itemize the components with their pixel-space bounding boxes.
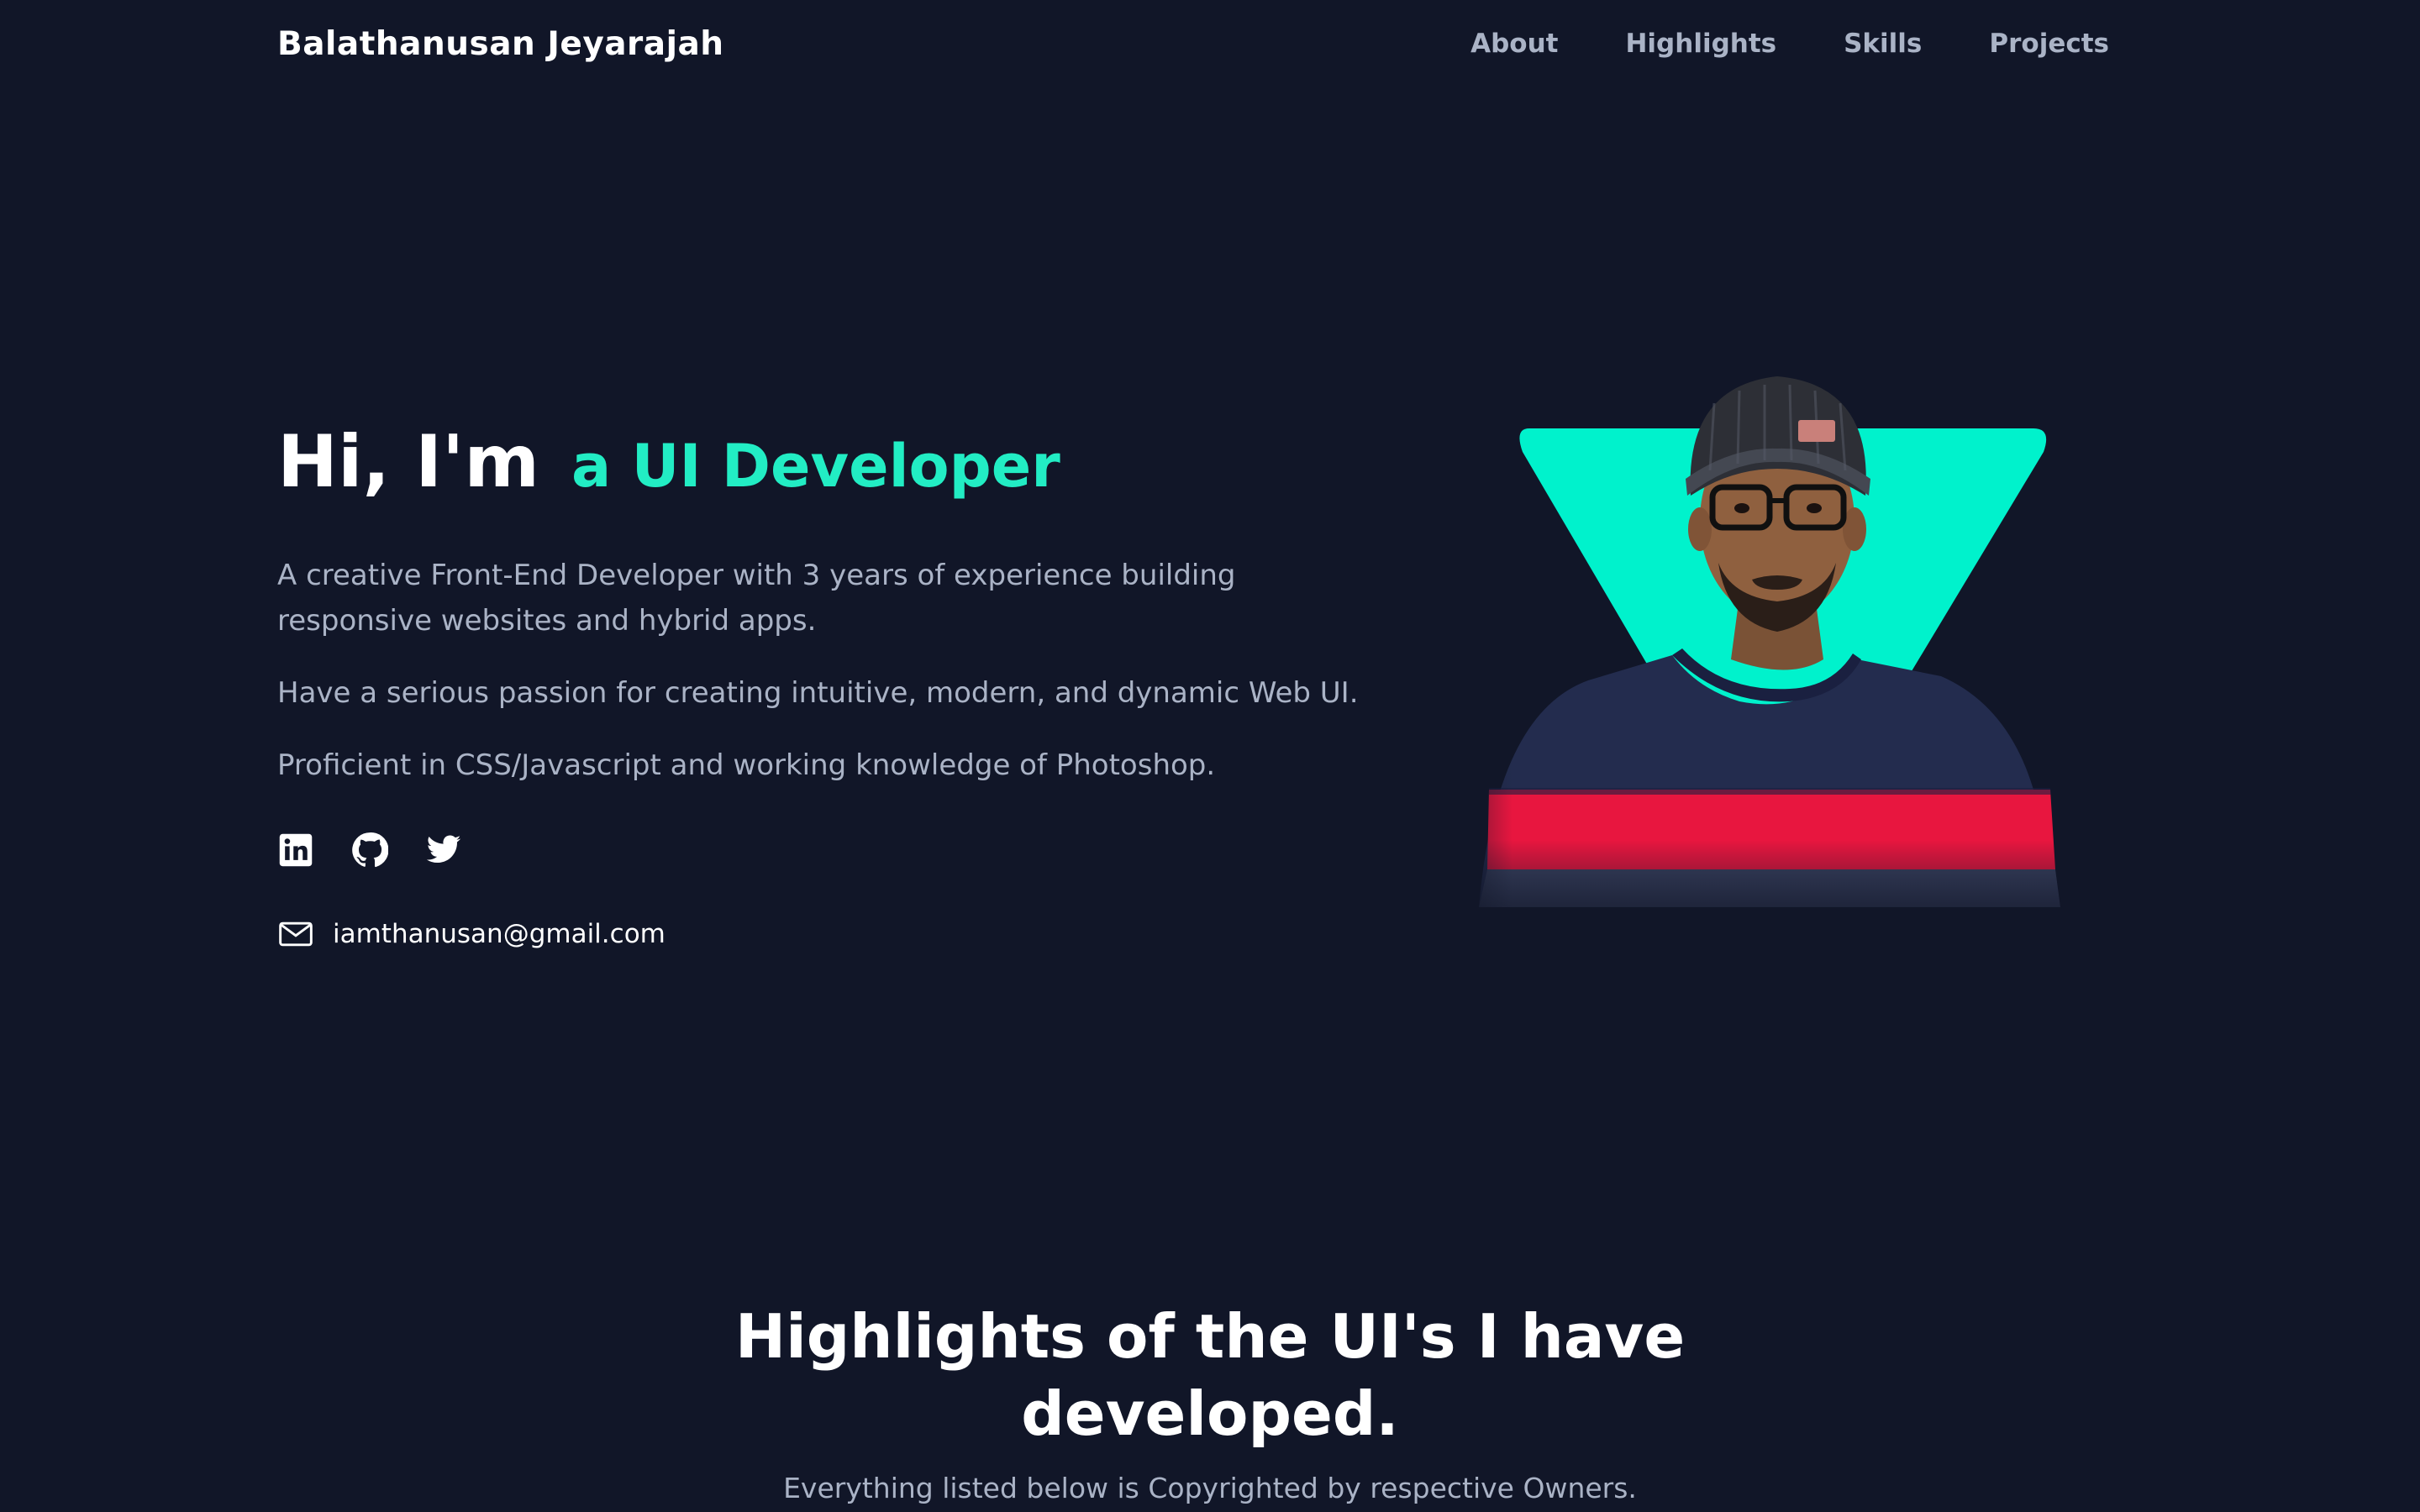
nav-link-about[interactable]: About <box>1470 29 1558 59</box>
twitter-icon[interactable] <box>425 832 462 869</box>
hero-intro-paragraph: A creative Front-End Developer with 3 ye… <box>277 559 1236 638</box>
nav-links: About Highlights Skills Projects <box>1403 29 2109 59</box>
brand-name[interactable]: Balathanusan Jeyarajah <box>277 25 724 63</box>
nav-link-skills[interactable]: Skills <box>1844 29 1922 59</box>
hero-heading: Hi, I'm a UI Developer <box>277 420 1060 504</box>
email-link[interactable]: iamthanusan@gmail.com <box>277 916 666 953</box>
social-links <box>277 832 462 869</box>
highlights-title: Highlights of the UI's I have developed. <box>734 1301 1686 1449</box>
nav-link-projects[interactable]: Projects <box>1989 29 2109 59</box>
mail-icon <box>279 921 313 947</box>
hero-passion-paragraph: Have a serious passion for creating intu… <box>277 676 1359 710</box>
email-address: iamthanusan@gmail.com <box>333 919 666 949</box>
profile-portrait <box>1420 376 2160 941</box>
hero-skills-paragraph: Proficient in CSS/Javascript and working… <box>277 748 1216 782</box>
linkedin-icon[interactable] <box>277 832 314 869</box>
github-icon[interactable] <box>351 832 388 869</box>
nav-link-highlights[interactable]: Highlights <box>1625 29 1776 59</box>
hero-role: a UI Developer <box>571 432 1060 501</box>
hero-greeting: Hi, I'm <box>277 420 540 504</box>
highlights-subtitle: Everything listed below is Copyrighted b… <box>783 1472 1637 1504</box>
top-navbar: Balathanusan Jeyarajah About Highlights … <box>0 0 2420 97</box>
